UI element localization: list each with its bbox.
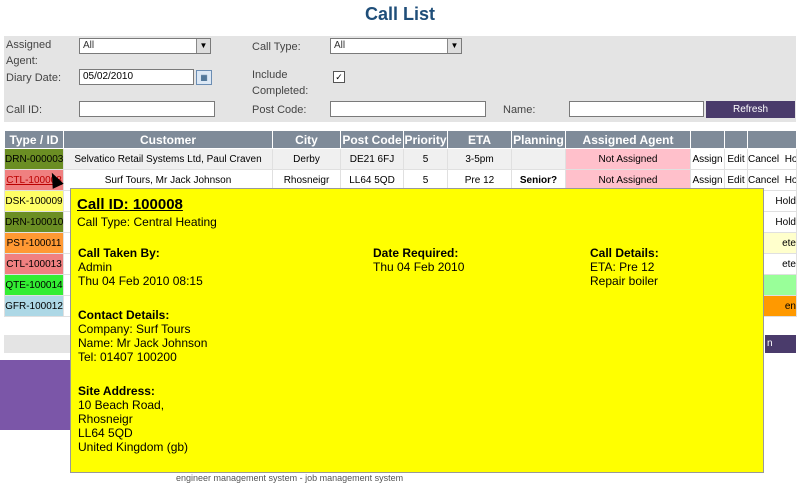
call-id-input[interactable] xyxy=(79,101,215,117)
call-id-label: Call ID: xyxy=(6,104,43,116)
calendar-icon[interactable]: ▦ xyxy=(196,70,212,85)
contact-company: Company: Surf Tours xyxy=(78,322,191,336)
popup-call-id: Call ID: 100008 xyxy=(77,196,183,213)
assign-link[interactable]: Assign xyxy=(692,175,722,186)
row-cancel-hold: Cancel Hold xyxy=(747,148,797,170)
date-required-value: Thu 04 Feb 2010 xyxy=(373,260,465,274)
row-id[interactable]: DRN-100010 xyxy=(4,211,64,233)
row-agent: Not Assigned xyxy=(565,148,691,170)
header-post-code[interactable]: Post Code xyxy=(340,130,404,149)
header-blank xyxy=(690,130,725,149)
call-details-eta: ETA: Pre 12 xyxy=(590,260,655,274)
table-row[interactable]: DRN-000003 Selvatico Retail Systems Ltd,… xyxy=(4,148,797,170)
site-heading: Site Address: xyxy=(78,384,155,398)
include-completed-label: Include Completed: xyxy=(252,69,309,97)
contact-name: Name: Mr Jack Johnson xyxy=(78,336,208,350)
popup-call-details: Call Details: ETA: Pre 12 Repair boiler xyxy=(590,246,659,288)
row-customer: Selvatico Retail Systems Ltd, Paul Crave… xyxy=(63,148,273,170)
side-decoration xyxy=(0,360,70,430)
header-blank xyxy=(724,130,748,149)
header-blank xyxy=(747,130,797,149)
name-input[interactable] xyxy=(569,101,704,117)
call-details-tooltip: Call ID: 100008 Call Type: Central Heati… xyxy=(70,188,764,473)
page-title: Call List xyxy=(364,4,435,24)
assigned-agent-select[interactable]: All ▼ xyxy=(79,38,211,54)
assigned-agent-value: All xyxy=(83,40,95,51)
chevron-down-icon[interactable]: ▼ xyxy=(447,39,461,53)
site-line-2: Rhosneigr xyxy=(78,412,133,426)
name-label: Name: xyxy=(503,104,536,116)
site-line-4: United Kingdom (gb) xyxy=(78,440,189,454)
row-id[interactable]: DSK-100009 xyxy=(4,190,64,212)
taken-by-heading: Call Taken By: xyxy=(78,246,160,260)
row-id[interactable]: GFR-100012 xyxy=(4,295,64,317)
row-city: Derby xyxy=(272,148,341,170)
chevron-down-icon[interactable]: ▼ xyxy=(196,39,210,53)
header-type-id[interactable]: Type / ID xyxy=(4,130,64,149)
diary-date-label: Diary Date: xyxy=(6,72,62,84)
row-postcode: DE21 6FJ xyxy=(340,148,404,170)
filter-panel: Assigned Agent: All ▼ Call Type: All ▼ D… xyxy=(4,36,796,122)
call-type-value: All xyxy=(334,40,346,51)
call-details-heading: Call Details: xyxy=(590,246,659,260)
row-actions: Assign xyxy=(690,148,725,170)
row-id[interactable]: QTE-100014 xyxy=(4,274,64,296)
date-required-heading: Date Required: xyxy=(373,246,459,260)
row-planning xyxy=(511,148,566,170)
site-line-1: 10 Beach Road, xyxy=(78,398,165,412)
popup-date-required: Date Required: Thu 04 Feb 2010 xyxy=(373,246,464,274)
popup-contact: Contact Details: Company: Surf Tours Nam… xyxy=(78,308,207,364)
popup-site-address: Site Address: 10 Beach Road, Rhosneigr L… xyxy=(78,384,188,454)
post-code-label: Post Code: xyxy=(252,104,307,116)
diary-date-input[interactable]: 05/02/2010 xyxy=(79,69,194,85)
contact-tel: Tel: 01407 100200 xyxy=(78,350,177,364)
call-type-select[interactable]: All ▼ xyxy=(330,38,462,54)
site-line-3: LL64 5QD xyxy=(78,426,133,440)
refresh-button[interactable]: Refresh xyxy=(706,101,795,118)
header-assigned-agent[interactable]: Assigned Agent xyxy=(565,130,691,149)
taken-by-date: Thu 04 Feb 2010 08:15 xyxy=(78,274,203,288)
popup-taken-by: Call Taken By: Admin Thu 04 Feb 2010 08:… xyxy=(78,246,203,288)
row-priority: 5 xyxy=(403,148,448,170)
table-header-row: Type / ID Customer City Post Code Priori… xyxy=(4,130,797,149)
header-planning[interactable]: Planning xyxy=(511,130,566,149)
footer-text: engineer management system - job managem… xyxy=(176,473,404,483)
row-edit: Edit xyxy=(724,148,748,170)
contact-heading: Contact Details: xyxy=(78,308,170,322)
header-customer[interactable]: Customer xyxy=(63,130,273,149)
header-priority[interactable]: Priority xyxy=(403,130,448,149)
hold-link[interactable]: Hold xyxy=(785,154,796,165)
hold-link[interactable]: Hold xyxy=(785,175,796,186)
assign-link[interactable]: Assign xyxy=(692,154,722,165)
call-details-desc: Repair boiler xyxy=(590,274,659,288)
popup-call-type: Call Type: Central Heating xyxy=(77,215,217,229)
call-type-label: Call Type: xyxy=(252,41,301,53)
header-eta[interactable]: ETA xyxy=(447,130,512,149)
cancel-link[interactable]: Cancel xyxy=(749,175,780,186)
cancel-link[interactable]: Cancel xyxy=(749,154,780,165)
row-id[interactable]: DRN-000003 xyxy=(4,148,64,170)
pager-bar xyxy=(4,335,70,353)
row-eta: 3-5pm xyxy=(447,148,512,170)
post-code-input[interactable] xyxy=(330,101,486,117)
assigned-agent-label: Assigned Agent: xyxy=(6,39,52,67)
header-city[interactable]: City xyxy=(272,130,341,149)
taken-by-name: Admin xyxy=(78,260,113,274)
pager-button[interactable]: n xyxy=(765,335,796,353)
edit-link[interactable]: Edit xyxy=(727,175,744,186)
row-id[interactable]: PST-100011 xyxy=(4,232,64,254)
row-id[interactable]: CTL-100013 xyxy=(4,253,64,275)
include-completed-checkbox[interactable]: ✓ xyxy=(333,71,345,83)
edit-link[interactable]: Edit xyxy=(727,154,744,165)
